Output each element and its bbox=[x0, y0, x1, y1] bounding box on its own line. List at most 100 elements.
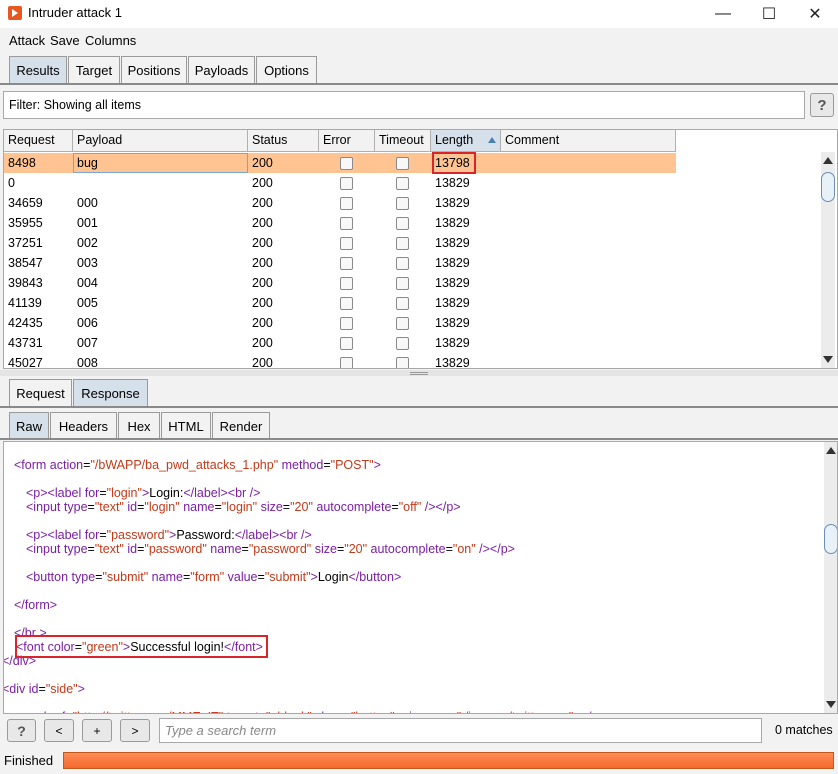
cell-payload: 007 bbox=[77, 336, 98, 350]
menu-columns[interactable]: Columns bbox=[85, 33, 136, 48]
timeout-checkbox[interactable] bbox=[396, 357, 409, 368]
col-request[interactable]: Request bbox=[4, 130, 73, 152]
success-highlight-box bbox=[15, 635, 268, 658]
table-row[interactable]: 41139 005 200 13829 bbox=[4, 293, 676, 313]
tab-results[interactable]: Results bbox=[9, 56, 67, 83]
scroll-up-icon[interactable] bbox=[823, 157, 833, 164]
code-token: Login bbox=[317, 570, 349, 584]
timeout-checkbox[interactable] bbox=[396, 257, 409, 270]
cell-length: 13829 bbox=[435, 316, 470, 330]
cell-request: 8498 bbox=[8, 156, 36, 170]
code-token: <form bbox=[14, 458, 50, 472]
error-checkbox[interactable] bbox=[340, 217, 353, 230]
tab-raw[interactable]: Raw bbox=[9, 412, 49, 439]
col-status[interactable]: Status bbox=[248, 130, 319, 152]
col-error[interactable]: Error bbox=[319, 130, 375, 152]
error-checkbox[interactable] bbox=[340, 177, 353, 190]
search-input[interactable] bbox=[160, 719, 761, 742]
code-token: autocomplete bbox=[316, 500, 392, 514]
filter-bar[interactable]: Filter: Showing all items bbox=[3, 91, 805, 119]
tab-response[interactable]: Response bbox=[73, 379, 148, 406]
table-scrollbar[interactable] bbox=[821, 152, 835, 368]
tab-hex[interactable]: Hex bbox=[118, 412, 160, 439]
minimize-button[interactable]: — bbox=[700, 0, 746, 28]
error-checkbox[interactable] bbox=[340, 317, 353, 330]
code-token: id bbox=[127, 500, 138, 514]
menu-attack[interactable]: Attack bbox=[9, 33, 45, 48]
timeout-checkbox[interactable] bbox=[396, 277, 409, 290]
error-checkbox[interactable] bbox=[340, 197, 353, 210]
table-row[interactable]: 45027 008 200 13829 bbox=[4, 353, 676, 368]
tab-options[interactable]: Options bbox=[256, 56, 317, 83]
table-row[interactable]: 35955 001 200 13829 bbox=[4, 213, 676, 233]
timeout-checkbox[interactable] bbox=[396, 157, 409, 170]
table-row[interactable]: 0 200 13829 bbox=[4, 173, 676, 193]
timeout-checkbox[interactable] bbox=[396, 237, 409, 250]
splitter-grip-icon[interactable] bbox=[410, 372, 428, 375]
scroll-thumb[interactable] bbox=[824, 524, 837, 554]
error-checkbox[interactable] bbox=[340, 297, 353, 310]
cell-request: 34659 bbox=[8, 196, 43, 210]
tab-target[interactable]: Target bbox=[68, 56, 120, 83]
code-token: > bbox=[373, 458, 381, 472]
timeout-checkbox[interactable] bbox=[396, 297, 409, 310]
col-length[interactable]: Length bbox=[431, 130, 501, 152]
detail-tabs: Request Response bbox=[9, 379, 149, 406]
search-field[interactable] bbox=[159, 718, 762, 743]
scroll-down-icon[interactable] bbox=[823, 356, 833, 363]
title-bar: Intruder attack 1 — ☐ ✕ bbox=[0, 0, 838, 28]
error-checkbox[interactable] bbox=[340, 237, 353, 250]
table-row[interactable]: 37251 002 200 13829 bbox=[4, 233, 676, 253]
col-timeout[interactable]: Timeout bbox=[375, 130, 431, 152]
tab-render[interactable]: Render bbox=[212, 412, 270, 439]
code-token: <p><label bbox=[26, 486, 85, 500]
cell-focus-outline bbox=[73, 153, 248, 173]
cell-length: 13829 bbox=[435, 256, 470, 270]
timeout-checkbox[interactable] bbox=[396, 177, 409, 190]
timeout-checkbox[interactable] bbox=[396, 317, 409, 330]
close-button[interactable]: ✕ bbox=[792, 0, 838, 28]
error-checkbox[interactable] bbox=[340, 257, 353, 270]
tab-payloads[interactable]: Payloads bbox=[188, 56, 255, 83]
add-button[interactable]: + bbox=[82, 719, 112, 742]
tab-html[interactable]: HTML bbox=[161, 412, 211, 439]
timeout-checkbox[interactable] bbox=[396, 337, 409, 350]
tab-positions[interactable]: Positions bbox=[121, 56, 187, 83]
error-checkbox[interactable] bbox=[340, 337, 353, 350]
code-token: "form" bbox=[190, 570, 225, 584]
table-row[interactable]: 34659 000 200 13829 bbox=[4, 193, 676, 213]
maximize-button[interactable]: ☐ bbox=[746, 0, 792, 28]
error-checkbox[interactable] bbox=[340, 157, 353, 170]
next-match-button[interactable]: > bbox=[120, 719, 150, 742]
scroll-thumb[interactable] bbox=[821, 172, 835, 202]
response-scrollbar[interactable] bbox=[824, 442, 837, 713]
filter-help-button[interactable]: ? bbox=[810, 93, 834, 117]
code-token: method bbox=[281, 458, 324, 472]
timeout-checkbox[interactable] bbox=[396, 217, 409, 230]
search-help-button[interactable]: ? bbox=[7, 719, 36, 742]
table-header: Request Payload Status Error Timeout Len… bbox=[4, 130, 676, 152]
table-row[interactable]: 38547 003 200 13829 bbox=[4, 253, 676, 273]
col-payload[interactable]: Payload bbox=[73, 130, 248, 152]
table-row[interactable]: 43731 007 200 13829 bbox=[4, 333, 676, 353]
code-token: > bbox=[77, 682, 85, 696]
code-token: <input bbox=[26, 500, 64, 514]
tab-headers[interactable]: Headers bbox=[50, 412, 117, 439]
scroll-up-icon[interactable] bbox=[826, 447, 836, 454]
timeout-checkbox[interactable] bbox=[396, 197, 409, 210]
cell-length: 13829 bbox=[435, 236, 470, 250]
error-checkbox[interactable] bbox=[340, 357, 353, 368]
table-row[interactable]: 42435 006 200 13829 bbox=[4, 313, 676, 333]
prev-match-button[interactable]: < bbox=[44, 719, 74, 742]
menu-save[interactable]: Save bbox=[50, 33, 80, 48]
col-comment[interactable]: Comment bbox=[501, 130, 676, 152]
error-checkbox[interactable] bbox=[340, 277, 353, 290]
cell-length: 13829 bbox=[435, 296, 470, 310]
scroll-down-icon[interactable] bbox=[826, 701, 836, 708]
response-raw-view[interactable]: <a href="http://twitter.com/MME_IT" targ… bbox=[3, 441, 838, 714]
tab-request[interactable]: Request bbox=[9, 379, 72, 406]
table-row[interactable]: 39843 004 200 13829 bbox=[4, 273, 676, 293]
table-row[interactable]: 8498 bug 200 13798 bbox=[4, 152, 676, 174]
results-table: Request Payload Status Error Timeout Len… bbox=[3, 129, 838, 369]
cell-status: 200 bbox=[252, 196, 273, 210]
